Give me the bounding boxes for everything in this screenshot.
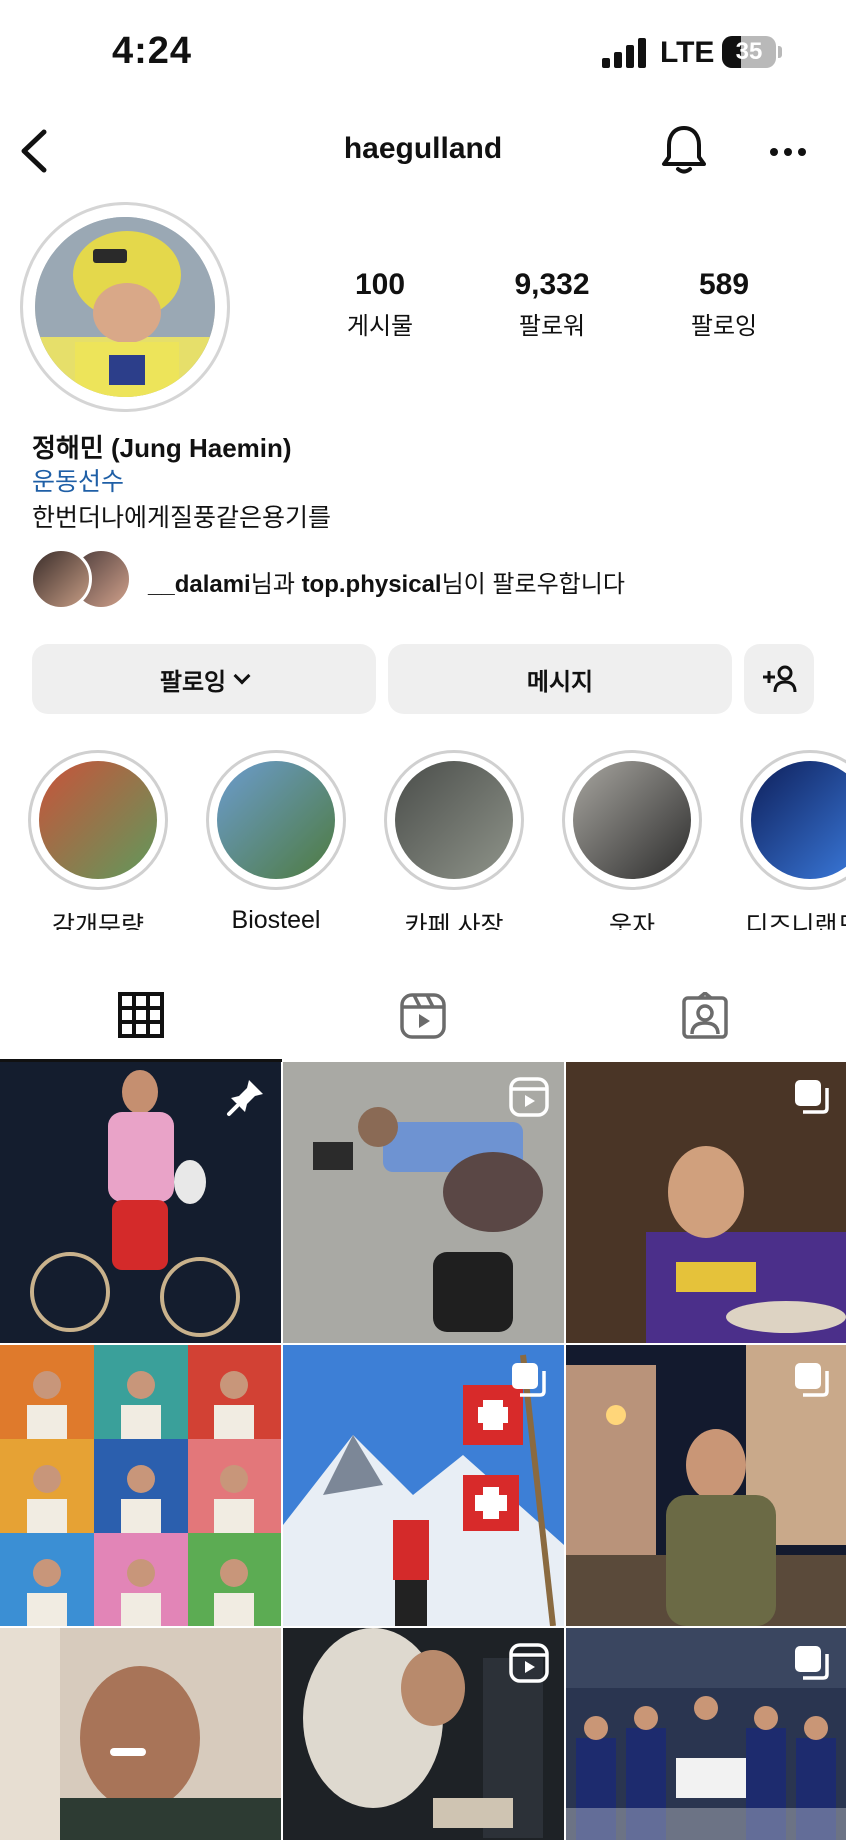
tab-tagged[interactable] [564, 970, 846, 1062]
highlight-cover [740, 750, 846, 890]
posts-grid [0, 1062, 846, 1840]
battery-icon: 35 [722, 36, 776, 68]
mutual-user-2[interactable]: top.physical [302, 571, 442, 598]
highlight-item[interactable]: Biosteel [206, 750, 346, 930]
post-thumbnail[interactable] [283, 1062, 564, 1343]
highlight-item[interactable]: 카페 사장 [384, 750, 524, 930]
stat-posts-label: 게시물 [346, 313, 414, 340]
highlight-cover [206, 750, 346, 890]
profile-avatar-ring[interactable] [20, 202, 230, 412]
message-button-label: 메시지 [526, 668, 594, 696]
highlight-cover [562, 750, 702, 890]
bell-icon [662, 126, 706, 174]
stat-following-count: 589 [698, 268, 750, 301]
highlight-label: Biosteel [231, 906, 321, 930]
mutual-followers-text: __dalami님과 top.physical님이 팔로우합니다 [148, 564, 625, 599]
add-person-icon [763, 665, 797, 693]
stat-followers-count: 9,332 [514, 268, 590, 301]
profile-tabs [0, 970, 846, 1062]
notifications-button[interactable] [660, 124, 708, 176]
status-bar: 4:24 LTE 35 [0, 0, 846, 100]
reels-icon [400, 993, 446, 1039]
mutual-suffix: 님이 팔로우합니다 [441, 571, 625, 598]
signal-icon [602, 38, 646, 68]
highlight-label: 디즈니랜드 : [745, 912, 846, 930]
highlight-item[interactable]: 디즈니랜드 : [740, 750, 846, 930]
more-options-button[interactable] [766, 132, 810, 172]
carousel-icon [795, 1080, 829, 1114]
grid-icon [118, 991, 164, 1038]
profile-header: haegulland [0, 110, 846, 190]
stat-posts[interactable]: 100 게시물 [300, 268, 460, 341]
mutual-user-1[interactable]: __dalami [148, 571, 251, 598]
reels-badge-icon [509, 1643, 549, 1683]
highlight-label: 카페 사장 [404, 912, 504, 930]
reels-badge-icon [509, 1077, 549, 1117]
stat-followers[interactable]: 9,332 팔로워 [472, 268, 632, 341]
carousel-icon [795, 1363, 829, 1397]
status-time: 4:24 [112, 30, 193, 72]
chevron-down-icon [233, 667, 251, 685]
highlight-item[interactable]: 웃자 [562, 750, 702, 930]
carousel-icon [795, 1646, 829, 1680]
post-thumbnail[interactable] [566, 1628, 846, 1840]
mutual-followers[interactable]: __dalami님과 top.physical님이 팔로우합니다 [30, 548, 820, 612]
post-thumbnail[interactable] [566, 1345, 846, 1626]
stat-followers-label: 팔로워 [518, 313, 586, 340]
post-thumbnail[interactable] [283, 1345, 564, 1626]
pin-icon [227, 1080, 263, 1116]
highlight-label: 감개무량 [51, 912, 144, 930]
network-type: LTE [660, 36, 715, 69]
stat-following-label: 팔로잉 [690, 313, 758, 340]
highlight-cover [28, 750, 168, 890]
profile-stats: 100 게시물 9,332 팔로워 589 팔로잉 [300, 268, 820, 348]
tagged-icon [682, 992, 728, 1039]
post-thumbnail[interactable] [283, 1628, 564, 1840]
battery-cap [778, 46, 782, 58]
battery-percent: 35 [735, 38, 763, 65]
story-highlights: 감개무량 Biosteel 카페 사장 웃자 디즈니랜드 : [0, 750, 846, 930]
suggest-users-button[interactable] [744, 644, 814, 714]
tab-grid[interactable] [0, 970, 282, 1062]
post-thumbnail[interactable] [0, 1062, 281, 1343]
highlight-label: 웃자 [608, 912, 655, 930]
more-horizontal-icon [770, 148, 806, 156]
following-button-label: 팔로잉 [159, 668, 227, 696]
post-thumbnail[interactable] [0, 1628, 281, 1840]
profile-category[interactable]: 운동선수 [32, 462, 124, 498]
highlight-cover [384, 750, 524, 890]
carousel-icon [512, 1363, 546, 1397]
post-thumbnail[interactable] [566, 1062, 846, 1343]
stat-posts-count: 100 [354, 268, 406, 301]
profile-bio: 한번더나에게질풍같은용기를 [32, 504, 332, 532]
mutual-conjunction: 님과 [250, 571, 302, 598]
profile-avatar [35, 217, 215, 397]
post-thumbnail[interactable] [0, 1345, 281, 1626]
highlight-item[interactable]: 감개무량 [28, 750, 168, 930]
profile-display-name: 정해민 (Jung Haemin) [32, 433, 292, 463]
stat-following[interactable]: 589 팔로잉 [644, 268, 804, 341]
mutual-avatar [30, 548, 92, 610]
following-button[interactable]: 팔로잉 [32, 644, 376, 714]
message-button[interactable]: 메시지 [388, 644, 732, 714]
profile-username: haegulland [343, 132, 503, 165]
tab-reels[interactable] [282, 970, 564, 1062]
